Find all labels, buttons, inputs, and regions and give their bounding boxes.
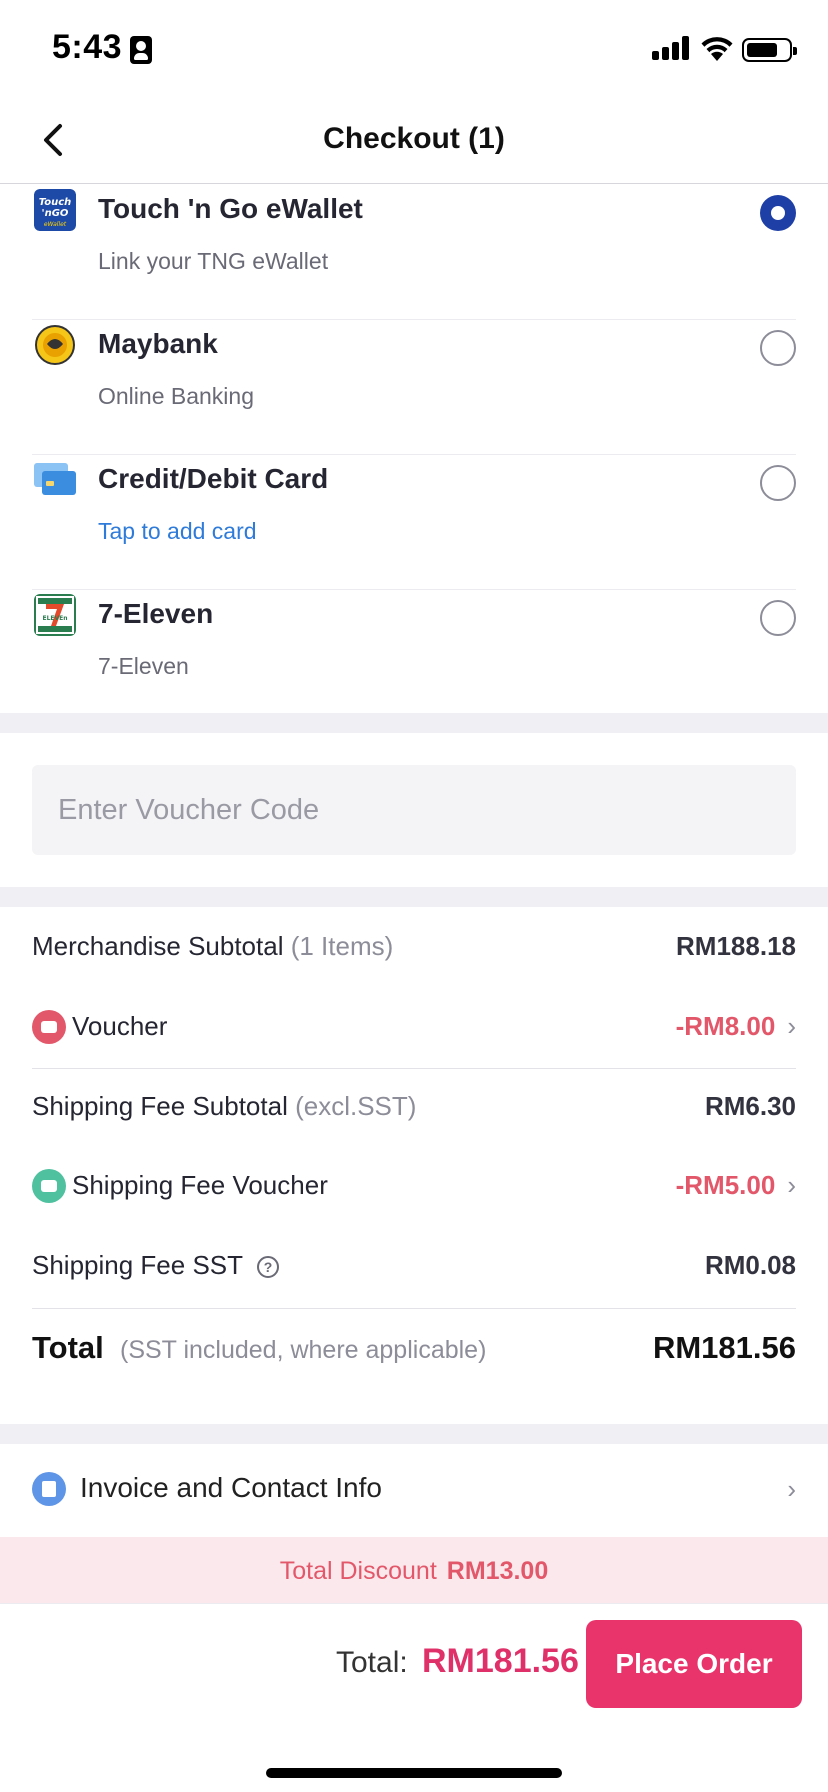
- payment-method-list: Touch 'nGO eWallet Touch 'n Go eWallet L…: [0, 185, 828, 725]
- total-value: RM181.56: [652, 1330, 796, 1365]
- payment-option-tng[interactable]: Touch 'nGO eWallet Touch 'n Go eWallet L…: [32, 185, 796, 320]
- shipping-sst-label: Shipping Fee SST: [32, 1250, 244, 1280]
- section-divider: [0, 713, 828, 733]
- shipping-voucher-value: -RM5.00: [675, 1170, 776, 1200]
- footer-total-value: RM181.56: [422, 1642, 579, 1680]
- add-card-link[interactable]: Tap to add card: [98, 518, 257, 545]
- shipping-subtotal-label: Shipping Fee Subtotal: [32, 1091, 288, 1121]
- maybank-logo-icon: [35, 325, 75, 365]
- shipping-subtotal-value: RM6.30: [704, 1091, 796, 1121]
- radio-selected[interactable]: [760, 195, 796, 231]
- battery-icon: [742, 38, 797, 62]
- merchandise-subtotal-row: Merchandise Subtotal (1 Items) RM188.18: [32, 927, 796, 967]
- divider: [32, 1068, 796, 1069]
- total-note: (SST included, where applicable): [120, 1336, 487, 1364]
- voucher-code-input[interactable]: [32, 765, 796, 855]
- discount-value: RM13.00: [446, 1557, 549, 1585]
- wifi-icon: [701, 37, 733, 61]
- credit-card-icon: [34, 463, 76, 495]
- payment-subtitle: 7-Eleven: [98, 653, 189, 679]
- cellular-signal-icon: [652, 36, 692, 60]
- checkout-footer: Total: RM181.56 Place Order: [0, 1603, 828, 1792]
- shipping-voucher-label: Shipping Fee Voucher: [72, 1170, 328, 1200]
- chevron-right-icon: ›: [787, 1011, 796, 1041]
- radio-unselected[interactable]: [760, 600, 796, 636]
- status-time: 5:43: [52, 28, 123, 66]
- tng-logo-icon: Touch 'nGO eWallet: [34, 189, 76, 231]
- discount-label: Total Discount: [279, 1557, 437, 1585]
- voucher-value: -RM8.00: [675, 1011, 776, 1041]
- payment-option-7eleven[interactable]: ELEVEn 7-Eleven 7-Eleven: [32, 590, 796, 725]
- section-divider: [0, 1424, 828, 1444]
- invoice-label: Invoice and Contact Info: [80, 1472, 382, 1503]
- radio-unselected[interactable]: [760, 465, 796, 501]
- svg-text:ELEVEn: ELEVEn: [42, 615, 67, 622]
- payment-subtitle: Link your TNG eWallet: [98, 248, 329, 274]
- payment-name: Credit/Debit Card: [98, 463, 329, 494]
- voucher-ticket-icon: [32, 1010, 66, 1044]
- total-discount-banner: Total Discount RM13.00: [0, 1537, 828, 1603]
- svg-text:'nGO: 'nGO: [42, 208, 69, 219]
- contact-card-icon: [130, 36, 152, 64]
- place-order-button[interactable]: Place Order: [586, 1620, 802, 1708]
- help-icon[interactable]: ?: [257, 1256, 280, 1278]
- shipping-voucher-icon: [32, 1169, 66, 1203]
- radio-unselected[interactable]: [760, 330, 796, 366]
- merchandise-subtotal-label: Merchandise Subtotal: [32, 931, 284, 961]
- shipping-voucher-row[interactable]: Shipping Fee Voucher -RM5.00 ›: [32, 1166, 796, 1206]
- voucher-row[interactable]: Voucher -RM8.00 ›: [32, 1007, 796, 1047]
- merchandise-subtotal-value: RM188.18: [676, 931, 796, 961]
- payment-name: 7-Eleven: [98, 598, 214, 629]
- total-row: Total (SST included, where applicable) R…: [32, 1330, 796, 1374]
- payment-subtitle: Online Banking: [98, 383, 254, 409]
- page-title: Checkout (1): [323, 122, 505, 155]
- shipping-subtotal-row: Shipping Fee Subtotal (excl.SST) RM6.30: [32, 1087, 796, 1127]
- divider: [32, 1308, 796, 1309]
- items-count: (1 Items): [290, 931, 394, 961]
- shipping-note: (excl.SST): [295, 1091, 417, 1121]
- status-bar: 5:43: [0, 0, 828, 96]
- shipping-sst-row: Shipping Fee SST? RM0.08: [32, 1246, 796, 1286]
- payment-name: Touch 'n Go eWallet: [98, 193, 363, 224]
- voucher-code-field[interactable]: [32, 765, 796, 855]
- shipping-sst-value: RM0.08: [704, 1250, 796, 1280]
- total-label: Total: [32, 1330, 104, 1365]
- seven-eleven-logo-icon: ELEVEn: [34, 594, 76, 636]
- section-divider: [0, 887, 828, 907]
- invoice-contact-row[interactable]: Invoice and Contact Info ›: [0, 1444, 828, 1536]
- payment-name: Maybank: [98, 328, 218, 359]
- chevron-right-icon: ›: [787, 1170, 796, 1200]
- home-indicator: [266, 1768, 562, 1778]
- payment-option-card[interactable]: Credit/Debit Card Tap to add card: [32, 455, 796, 590]
- payment-option-maybank[interactable]: Maybank Online Banking: [32, 320, 796, 455]
- footer-total-label: Total:: [336, 1646, 408, 1679]
- svg-text:eWallet: eWallet: [44, 221, 67, 228]
- voucher-label: Voucher: [72, 1011, 168, 1041]
- chevron-right-icon: ›: [787, 1474, 796, 1504]
- checkout-header: Checkout (1): [0, 96, 828, 184]
- invoice-icon: [32, 1472, 66, 1506]
- svg-text:Touch: Touch: [39, 197, 72, 208]
